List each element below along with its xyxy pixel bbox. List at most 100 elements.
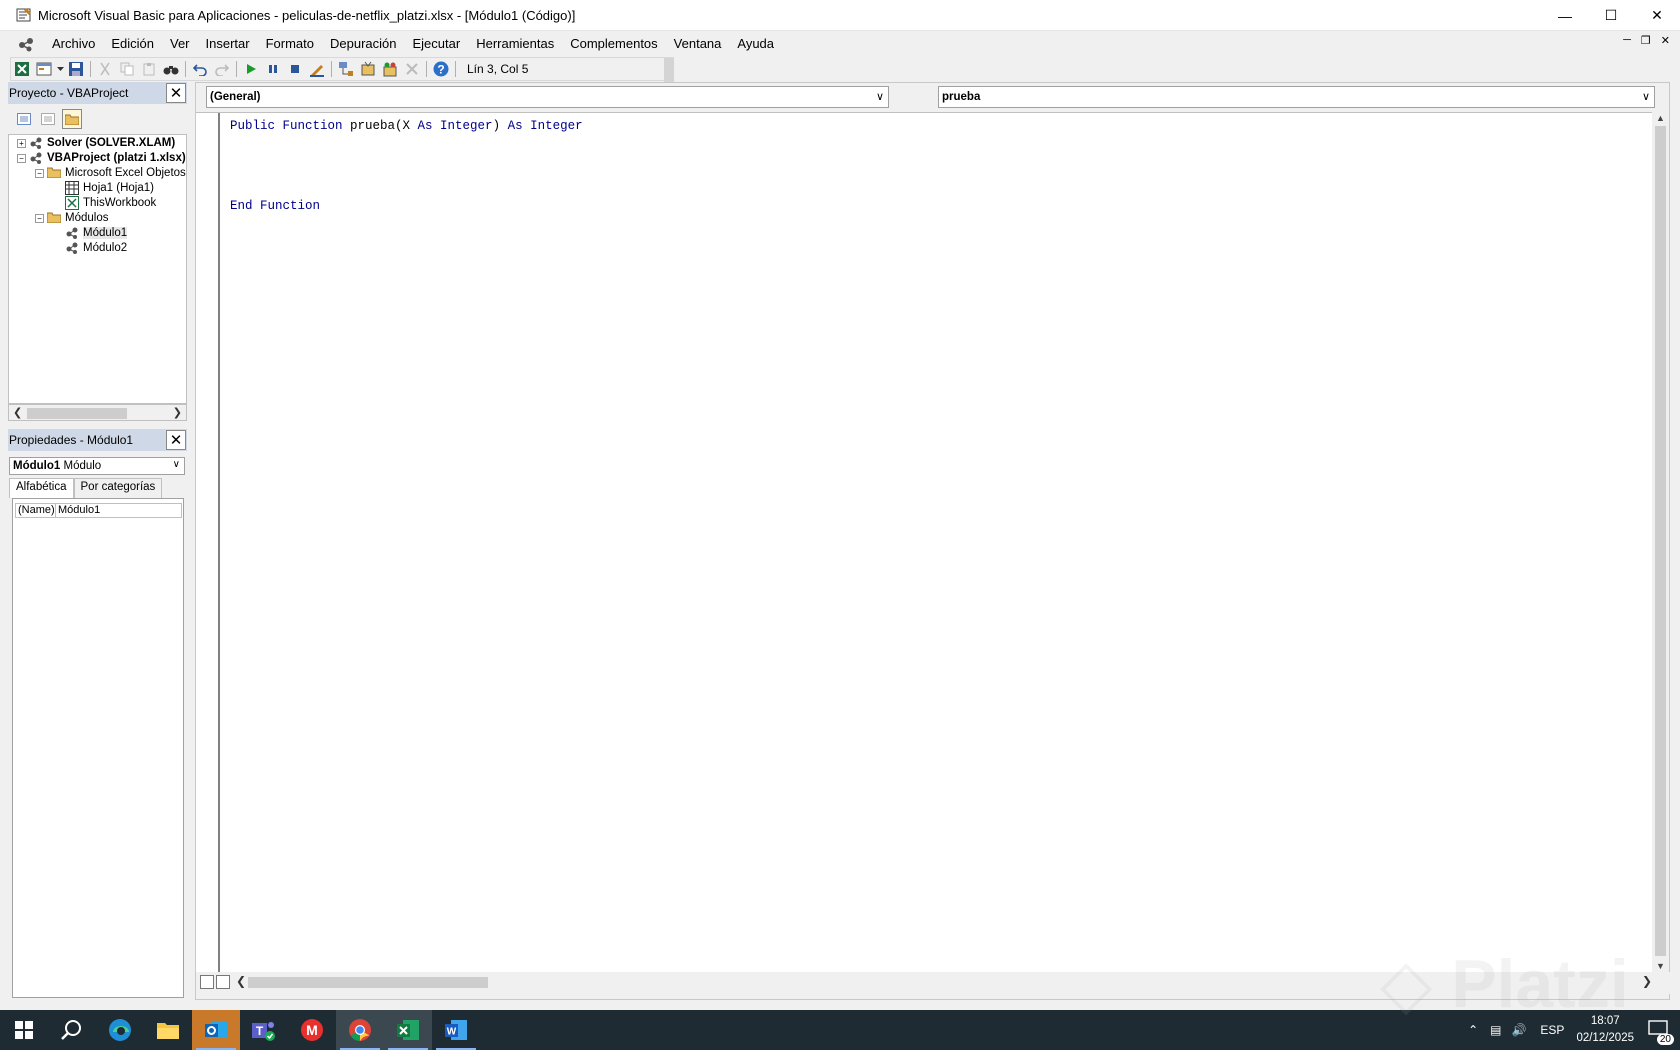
vba-module-icon[interactable] [16, 35, 36, 53]
procedure-view-icon[interactable] [200, 975, 214, 989]
cut-icon[interactable] [94, 58, 116, 80]
menu-edicion[interactable]: Edición [103, 36, 162, 51]
expand-icon[interactable]: + [17, 139, 26, 148]
chevron-down-icon: ∨ [875, 91, 884, 103]
tab-por-categorias[interactable]: Por categorías [73, 478, 163, 498]
module-icon [65, 241, 79, 255]
scroll-down-icon[interactable]: ▼ [1656, 961, 1665, 971]
menu-archivo[interactable]: Archivo [44, 36, 103, 51]
menu-ejecutar[interactable]: Ejecutar [405, 36, 469, 51]
tab-alfabetica[interactable]: Alfabética [9, 478, 74, 498]
view-object-icon[interactable] [38, 109, 58, 129]
clock-date: 02/12/2025 [1576, 1032, 1634, 1044]
tree-item-excel-objects[interactable]: Microsoft Excel Objetos [47, 165, 186, 181]
insert-userform-icon[interactable] [33, 58, 55, 80]
properties-window-icon[interactable] [357, 58, 379, 80]
tree-item-modulos[interactable]: Módulos [47, 210, 108, 226]
minimize-icon[interactable]: — [1542, 0, 1588, 31]
menu-ayuda[interactable]: Ayuda [729, 36, 782, 51]
mdi-close-icon[interactable]: ✕ [1661, 34, 1670, 47]
menu-depuracion[interactable]: Depuración [322, 36, 405, 51]
full-module-view-icon[interactable] [216, 975, 230, 989]
find-icon[interactable] [160, 58, 182, 80]
reset-icon[interactable] [284, 58, 306, 80]
paste-icon[interactable] [138, 58, 160, 80]
module-icon [65, 226, 79, 240]
code-vscrollbar[interactable]: ▲ ▼ [1652, 112, 1669, 972]
object-combo[interactable]: (General) ∨ [206, 86, 889, 108]
code-editor[interactable]: Public Function prueba(X As Integer) As … [196, 112, 1654, 972]
scroll-up-icon[interactable]: ▲ [1656, 113, 1665, 123]
collapse-icon[interactable]: − [35, 214, 44, 223]
word-icon[interactable]: W [432, 1010, 480, 1050]
scroll-left-icon[interactable]: ❮ [13, 406, 22, 419]
edge-icon[interactable] [96, 1010, 144, 1050]
object-browser-icon[interactable] [379, 58, 401, 80]
run-icon[interactable] [240, 58, 262, 80]
network-icon[interactable]: ▤ [1490, 1023, 1501, 1037]
scroll-left-icon[interactable]: ❮ [236, 974, 246, 988]
maximize-icon[interactable]: ☐ [1588, 0, 1634, 31]
language-indicator[interactable]: ESP [1540, 1023, 1564, 1037]
close-icon[interactable]: ✕ [166, 83, 186, 103]
windows-start-icon[interactable] [0, 1010, 48, 1050]
notifications-icon[interactable]: 20 [1648, 1019, 1674, 1045]
procedure-combo[interactable]: prueba ∨ [938, 86, 1655, 108]
properties-header: Propiedades - Módulo1 ✕ [8, 429, 187, 451]
menu-insertar[interactable]: Insertar [198, 36, 258, 51]
scroll-right-icon[interactable]: ❯ [1642, 974, 1652, 988]
toolbar-separator [236, 61, 237, 77]
tree-item-thisworkbook[interactable]: ThisWorkbook [65, 195, 156, 211]
breakpoint-margin[interactable] [196, 113, 220, 972]
design-mode-icon[interactable] [306, 58, 328, 80]
toggle-folders-icon[interactable] [62, 109, 82, 129]
dropdown-arrow-icon[interactable] [55, 58, 65, 80]
redo-icon[interactable] [211, 58, 233, 80]
file-explorer-icon[interactable] [144, 1010, 192, 1050]
volume-icon[interactable]: 🔊 [1511, 1023, 1526, 1037]
tree-item-solver[interactable]: Solver (SOLVER.XLAM) [29, 135, 175, 151]
scroll-right-icon[interactable]: ❯ [173, 406, 182, 419]
gmail-icon[interactable]: M [288, 1010, 336, 1050]
teams-icon[interactable]: T [240, 1010, 288, 1050]
menu-herramientas[interactable]: Herramientas [468, 36, 562, 51]
project-hscrollbar[interactable]: ❮ ❯ [8, 404, 187, 421]
chevron-up-icon[interactable]: ⌃ [1468, 1023, 1478, 1037]
collapse-icon[interactable]: − [17, 154, 26, 163]
toolbar-options-icon[interactable] [664, 58, 674, 82]
project-explorer-header: Proyecto - VBAProject ✕ [8, 82, 187, 104]
property-row[interactable]: (Name) Módulo1 [15, 503, 182, 518]
mdi-minimize-icon[interactable]: ─ [1623, 34, 1631, 47]
scroll-thumb[interactable] [1655, 126, 1666, 956]
outlook-icon[interactable] [192, 1010, 240, 1050]
undo-icon[interactable] [189, 58, 211, 80]
project-explorer-icon[interactable] [335, 58, 357, 80]
excel-icon[interactable] [384, 1010, 432, 1050]
watermark-logo: ◇ Platzi [1380, 946, 1629, 1022]
menu-formato[interactable]: Formato [258, 36, 322, 51]
collapse-icon[interactable]: − [35, 169, 44, 178]
toolbox-icon[interactable] [401, 58, 423, 80]
menu-complementos[interactable]: Complementos [562, 36, 665, 51]
chrome-icon[interactable] [336, 1010, 384, 1050]
tree-item-modulo1[interactable]: Módulo1 [65, 225, 128, 241]
close-icon[interactable]: ✕ [166, 430, 186, 450]
tree-item-vbaproject[interactable]: VBAProject (platzi 1.xlsx) [29, 150, 186, 166]
pause-icon[interactable] [262, 58, 284, 80]
save-icon[interactable] [65, 58, 87, 80]
menu-ver[interactable]: Ver [162, 36, 198, 51]
scroll-thumb[interactable] [248, 977, 488, 988]
tree-item-modulo2[interactable]: Módulo2 [65, 240, 127, 256]
view-excel-icon[interactable] [11, 58, 33, 80]
help-icon[interactable]: ? [430, 58, 452, 80]
view-code-icon[interactable] [14, 109, 34, 129]
search-icon[interactable] [48, 1010, 96, 1050]
menu-ventana[interactable]: Ventana [666, 36, 730, 51]
object-select[interactable]: Módulo1 Módulo ∨ [9, 457, 185, 475]
scroll-thumb[interactable] [27, 408, 127, 419]
close-icon[interactable]: ✕ [1634, 0, 1680, 31]
tree-item-hoja1[interactable]: Hoja1 (Hoja1) [65, 180, 154, 196]
property-value[interactable]: Módulo1 [56, 504, 100, 517]
mdi-restore-icon[interactable]: ❐ [1641, 34, 1651, 47]
copy-icon[interactable] [116, 58, 138, 80]
